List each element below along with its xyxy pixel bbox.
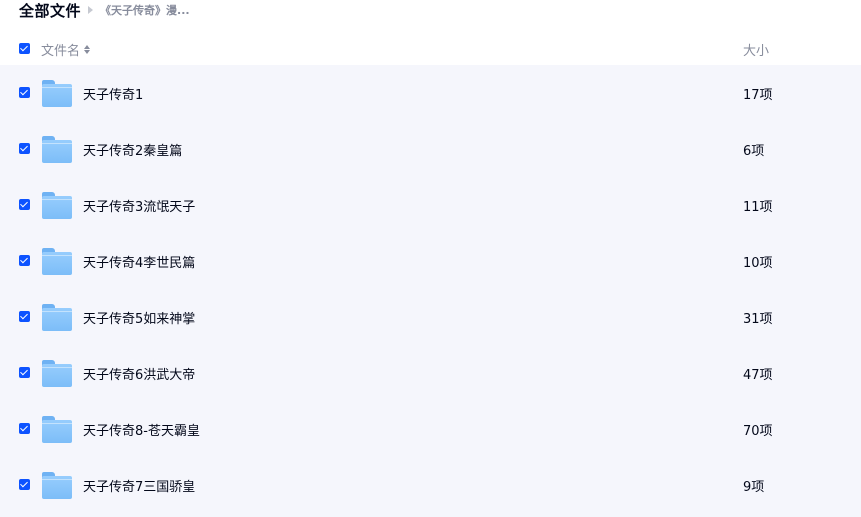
file-name[interactable]: 天子传奇8-苍天霸皇 — [83, 420, 200, 439]
file-size: 11项 — [743, 200, 773, 215]
row-checkbox[interactable] — [19, 199, 30, 210]
folder-icon[interactable] — [42, 416, 72, 443]
file-size: 17项 — [743, 88, 773, 103]
file-row[interactable]: 天子传奇2秦皇篇 6项 — [0, 121, 861, 177]
file-row[interactable]: 天子传奇6洪武大帝 47项 — [0, 345, 861, 401]
file-name[interactable]: 天子传奇7三国骄皇 — [83, 476, 195, 495]
column-header-name-label: 文件名 — [41, 44, 81, 59]
breadcrumb-current-folder: 《天子传奇》漫... — [100, 4, 190, 17]
row-checkbox[interactable] — [19, 87, 30, 98]
file-size: 47项 — [743, 368, 773, 383]
file-list: 天子传奇1 17项 天子传奇2秦皇篇 6项 天子传奇3流氓天子 11项 天子传奇… — [0, 65, 861, 517]
file-size: 6项 — [743, 144, 765, 159]
file-row[interactable]: 天子传奇8-苍天霸皇 70项 — [0, 401, 861, 457]
folder-icon[interactable] — [42, 304, 72, 331]
row-checkbox[interactable] — [19, 311, 30, 322]
breadcrumb: 全部文件 《天子传奇》漫... — [19, 0, 190, 20]
folder-icon[interactable] — [42, 472, 72, 499]
row-checkbox[interactable] — [19, 367, 30, 378]
sort-icon[interactable] — [84, 45, 91, 54]
file-name[interactable]: 天子传奇6洪武大帝 — [83, 364, 195, 383]
column-header-name[interactable]: 文件名 — [41, 40, 91, 59]
file-row[interactable]: 天子传奇5如来神掌 31项 — [0, 289, 861, 345]
file-row[interactable]: 天子传奇7三国骄皇 9项 — [0, 457, 861, 513]
row-checkbox[interactable] — [19, 143, 30, 154]
file-row[interactable]: 天子传奇3流氓天子 11项 — [0, 177, 861, 233]
file-name[interactable]: 天子传奇3流氓天子 — [83, 196, 195, 215]
file-name[interactable]: 天子传奇1 — [83, 84, 143, 103]
column-header-size: 大小 — [743, 44, 770, 59]
folder-icon[interactable] — [42, 136, 72, 163]
row-checkbox[interactable] — [19, 423, 30, 434]
file-size: 31项 — [743, 312, 773, 327]
file-row[interactable]: 天子传奇1 17项 — [0, 65, 861, 121]
row-checkbox[interactable] — [19, 479, 30, 490]
file-name[interactable]: 天子传奇2秦皇篇 — [83, 140, 182, 159]
file-row[interactable]: 天子传奇4李世民篇 10项 — [0, 233, 861, 289]
folder-icon[interactable] — [42, 360, 72, 387]
file-list-header: 文件名 大小 — [0, 33, 861, 65]
breadcrumb-arrow-icon — [88, 6, 94, 14]
file-name[interactable]: 天子传奇4李世民篇 — [83, 252, 195, 271]
folder-icon[interactable] — [42, 80, 72, 107]
folder-icon[interactable] — [42, 192, 72, 219]
select-all-checkbox[interactable] — [19, 43, 30, 54]
breadcrumb-root-all-files[interactable]: 全部文件 — [19, 0, 81, 21]
file-name[interactable]: 天子传奇5如来神掌 — [83, 308, 195, 327]
folder-icon[interactable] — [42, 248, 72, 275]
file-size: 10项 — [743, 256, 773, 271]
file-size: 9项 — [743, 480, 765, 495]
file-size: 70项 — [743, 424, 773, 439]
row-checkbox[interactable] — [19, 255, 30, 266]
